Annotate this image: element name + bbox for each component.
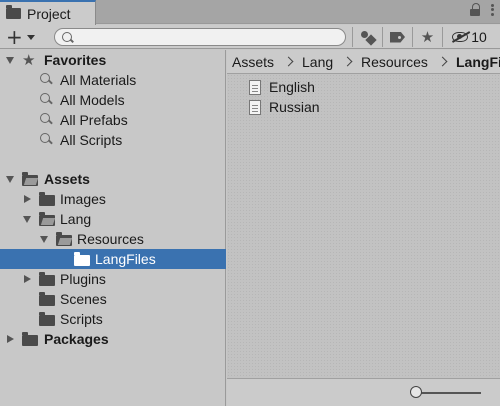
label-icon [390,31,405,43]
expand-arrow-icon[interactable] [24,275,31,283]
search-icon [62,32,72,42]
search-icon [40,133,50,143]
eye-slash-icon [452,32,469,42]
folder-open-icon [56,232,72,246]
search-input[interactable] [75,29,340,45]
folder-icon [22,332,38,346]
more-options-icon[interactable] [490,3,494,17]
folder-icon [39,192,55,206]
folder-open-icon [39,212,55,226]
file-label: English [269,79,315,95]
tree-label: Favorites [44,52,107,68]
tree-item-packages[interactable]: Packages [0,329,226,349]
toolbar: + ★ 10 [0,25,500,49]
lock-icon[interactable] [470,3,482,17]
tree-label: Resources [77,231,144,247]
tree-label: Plugins [60,271,106,287]
folder-icon [39,272,55,286]
folder-icon [39,292,55,306]
caret-down-icon [26,34,35,40]
search-by-type-button[interactable] [352,27,382,47]
tree-item-all-prefabs[interactable]: All Prefabs [0,110,226,130]
tree-item-assets[interactable]: Assets [0,169,226,189]
tree-label: Assets [44,171,90,187]
tree-item-images[interactable]: Images [0,189,226,209]
window-buttons [470,3,494,17]
hidden-count: 10 [471,29,487,45]
tree-item-scenes[interactable]: Scenes [0,289,226,309]
folder-icon [39,312,55,326]
search-icon [40,113,50,123]
folder-icon [74,252,90,266]
expand-arrow-icon[interactable] [23,216,31,223]
tree-label: Packages [44,331,109,347]
tree-label: Scripts [60,311,103,327]
hidden-packages-button[interactable]: 10 [442,27,496,47]
tree-label: All Prefabs [60,112,128,128]
tree-label: Images [60,191,106,207]
tree-item-all-scripts[interactable]: All Scripts [0,130,226,150]
tree-label: All Materials [60,72,137,88]
status-bar [227,378,500,406]
text-file-icon [249,100,261,115]
expand-arrow-icon[interactable] [7,335,14,343]
chevron-right-icon [283,56,294,67]
expand-arrow-icon[interactable] [6,57,14,64]
tree-label: All Models [60,92,125,108]
file-label: Russian [269,99,320,115]
zoom-slider-track[interactable] [419,392,481,394]
tab-bar: Project [0,0,500,25]
search-by-label-button[interactable] [382,27,412,47]
chevron-right-icon [342,56,353,67]
tree-label: Lang [60,211,92,227]
tab-label: Project [27,5,71,22]
folder-open-icon [22,172,38,186]
tab-project[interactable]: Project [0,0,96,25]
expand-arrow-icon[interactable] [24,195,31,203]
tree-item-all-materials[interactable]: All Materials [0,70,226,90]
plus-icon: + [6,25,23,49]
tree-item-resources[interactable]: Resources [0,229,226,249]
breadcrumb-item-lang[interactable]: Lang [302,54,333,70]
tree-item-all-models[interactable]: All Models [0,90,226,110]
tree-item-scripts[interactable]: Scripts [0,309,226,329]
chevron-right-icon [437,56,448,67]
breadcrumb: Assets Lang Resources LangFiles [227,50,500,74]
tree-item-plugins[interactable]: Plugins [0,269,226,289]
expand-arrow-icon[interactable] [6,176,14,183]
favorite-search-button[interactable]: ★ [412,27,442,47]
tree-item-langfiles[interactable]: LangFiles [0,249,226,269]
zoom-slider-thumb[interactable] [410,386,422,398]
folder-contents: Assets Lang Resources LangFiles English … [227,50,500,406]
tree-label: All Scripts [60,132,123,148]
breadcrumb-item-langfiles[interactable]: LangFiles [456,54,500,70]
text-file-icon [249,80,261,95]
folder-icon [6,5,21,19]
type-filter-icon [360,30,375,44]
search-icon [40,93,50,103]
file-item-english[interactable]: English [249,78,369,98]
search-icon [40,73,50,83]
file-item-russian[interactable]: Russian [249,98,369,118]
star-icon: ★ [420,28,435,46]
expand-arrow-icon[interactable] [40,236,48,243]
search-field[interactable] [54,28,346,46]
star-icon: ★ [22,51,36,69]
tree-label: Scenes [60,291,107,307]
breadcrumb-item-resources[interactable]: Resources [361,54,428,70]
tree-label: LangFiles [95,251,156,267]
create-button[interactable]: + [6,27,44,47]
tree-item-favorites[interactable]: ★ Favorites [0,50,226,70]
folder-tree: ★ Favorites All Materials All Models All… [0,50,226,406]
tree-item-lang[interactable]: Lang [0,209,226,229]
breadcrumb-item-assets[interactable]: Assets [232,54,274,70]
